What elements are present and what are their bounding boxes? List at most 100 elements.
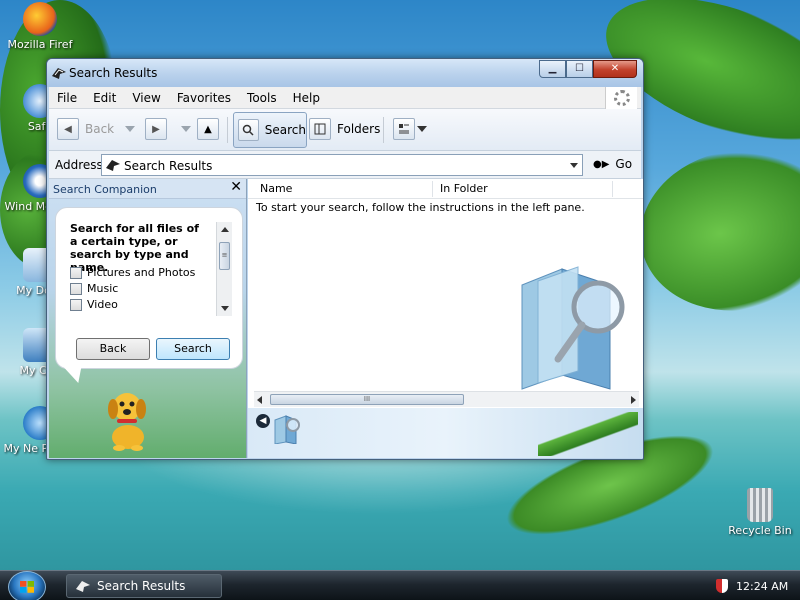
option-label: Music [87,282,119,295]
start-button[interactable] [8,571,46,600]
close-button[interactable]: ✕ [593,60,637,78]
search-dog-icon [106,160,120,171]
views-button[interactable] [393,117,427,141]
search-companion-header: Search Companion ✕ [49,179,246,199]
option-pictures[interactable]: Pictures and Photos [70,266,195,279]
search-dog-icon [76,581,90,592]
go-arrow-icon: ●▶ [593,158,610,170]
palm-frond [627,133,800,327]
search-dog-icon [52,68,66,79]
desktop-icon-label: Recycle Bin [728,524,792,537]
clock[interactable]: 12:24 AM [736,580,788,593]
address-value: Search Results [124,159,213,173]
taskbar-item-search-results[interactable]: Search Results [66,574,222,598]
back-button[interactable]: ◀ Back [57,117,114,141]
chevron-down-icon [181,126,191,132]
up-folder-button[interactable]: ▲ [197,117,219,141]
search-results-window: Search Results ▁ ☐ ✕ File Edit View Favo… [46,58,644,460]
window-title: Search Results [69,66,158,80]
window-controls: ▁ ☐ ✕ [539,60,637,78]
search-label: Search [264,123,306,137]
toolbar: ◀ Back ▶ ▲ Search Folders [49,109,641,151]
column-header-name[interactable]: Name [260,182,292,195]
column-divider[interactable] [432,181,433,197]
results-hscrollbar[interactable]: III [254,391,639,407]
menu-file[interactable]: File [49,91,85,105]
back-history-dropdown[interactable] [125,117,135,141]
results-pane: Name In Folder To start your search, fol… [248,179,643,458]
scroll-down-arrow[interactable] [221,306,229,311]
search-button[interactable]: Search [233,112,307,148]
go-button[interactable]: ●▶ Go [593,157,632,171]
firefox-icon [23,2,57,36]
palm-frond [538,412,638,456]
desktop-icon-firefox[interactable]: Mozilla Firef [0,2,80,52]
recycle-bin-icon [747,488,773,522]
taskbar: Search Results 12:24 AM [0,570,800,600]
chevron-down-icon [417,126,427,132]
menu-bar: File Edit View Favorites Tools Help [49,87,641,109]
windows-logo-icon [20,581,34,593]
checkbox[interactable] [70,266,82,279]
toolbar-separator [383,117,384,143]
menu-favorites[interactable]: Favorites [169,91,239,105]
menu-edit[interactable]: Edit [85,91,124,105]
menu-view[interactable]: View [124,91,168,105]
scroll-right-arrow[interactable] [631,396,636,404]
forward-arrow-icon: ▶ [145,118,167,140]
go-label: Go [615,157,633,171]
details-strip: ◀ [248,408,643,458]
column-divider[interactable] [612,181,613,197]
options-scrollbar[interactable]: ≡ [216,222,232,316]
option-video[interactable]: Video [70,298,118,311]
menu-help[interactable]: Help [285,91,328,105]
column-headers: Name In Folder [248,179,643,199]
column-header-in-folder[interactable]: In Folder [440,182,488,195]
checkbox[interactable] [70,298,82,311]
search-bubble: Search for all files of a certain type, … [55,207,243,369]
folders-label: Folders [337,122,381,136]
search-companion-title: Search Companion [53,183,157,196]
folders-icon [309,118,331,140]
back-button[interactable]: Back [76,338,150,360]
checkbox[interactable] [70,282,82,295]
search-icon [238,119,259,141]
scroll-thumb[interactable]: ≡ [219,242,230,270]
scroll-thumb[interactable]: III [270,394,464,405]
chevron-down-icon [125,126,135,132]
search-dog-icon [108,393,146,451]
desktop-icon-recycle-bin[interactable]: Recycle Bin [720,488,800,538]
address-bar: Address Search Results ●▶ Go [49,151,641,179]
scroll-up-arrow[interactable] [221,227,229,232]
system-tray: 12:24 AM [710,574,800,598]
security-shield-icon[interactable] [716,579,728,593]
maximize-button[interactable]: ☐ [566,60,593,78]
collapse-arrow-icon[interactable]: ◀ [256,414,270,428]
close-pane-icon[interactable]: ✕ [230,179,242,195]
address-label: Address [55,158,103,172]
search-folder-icon [274,415,300,444]
search-companion-pane: Search Companion ✕ Search for all files … [49,179,247,458]
option-label: Pictures and Photos [87,266,196,279]
taskbar-item-label: Search Results [97,579,186,593]
forward-button[interactable]: ▶ [145,117,167,141]
up-arrow-icon: ▲ [197,118,219,140]
menu-tools[interactable]: Tools [239,91,285,105]
desktop-icon-label: Mozilla Firef [7,38,73,51]
views-icon [393,118,415,140]
option-music[interactable]: Music [70,282,118,295]
search-instructions: To start your search, follow the instruc… [256,201,585,214]
back-label: Back [85,122,115,136]
chevron-down-icon[interactable] [570,163,578,168]
folders-button[interactable]: Folders [309,117,380,141]
minimize-button[interactable]: ▁ [539,60,566,78]
busy-spinner-icon [605,87,637,109]
search-submit-button[interactable]: Search [156,338,230,360]
address-input[interactable]: Search Results [101,154,583,176]
scroll-left-arrow[interactable] [257,396,262,404]
title-bar[interactable]: Search Results ▁ ☐ ✕ [47,59,643,87]
toolbar-separator [227,117,228,143]
option-label: Video [87,298,118,311]
search-folder-illustration [521,266,625,390]
forward-history-dropdown[interactable] [181,117,191,141]
